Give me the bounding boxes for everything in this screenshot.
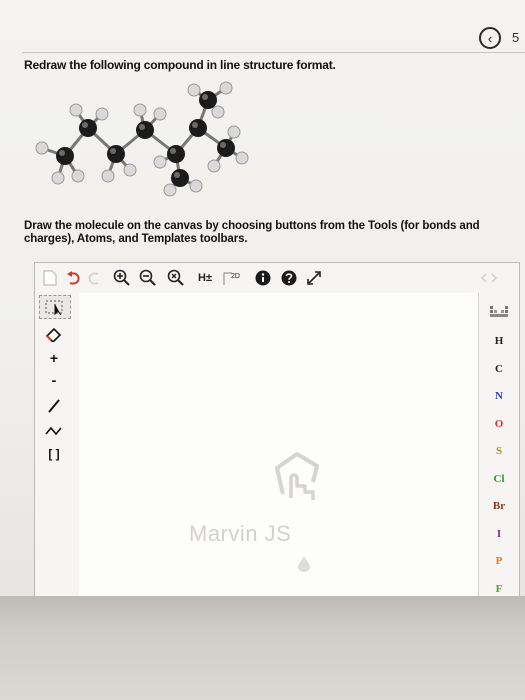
molecule-ball-and-stick-image bbox=[35, 81, 249, 197]
hydrogens-toggle-icon: H± bbox=[198, 272, 212, 284]
charge-plus-icon: + bbox=[49, 350, 59, 366]
atom-button-f[interactable]: F bbox=[479, 583, 519, 595]
redo-button[interactable] bbox=[85, 269, 105, 287]
screen: ‹ 5 Redraw the following compound in lin… bbox=[0, 0, 525, 602]
single-bond-button[interactable] bbox=[39, 395, 69, 417]
eraser-icon bbox=[45, 327, 62, 342]
charge-plus-button[interactable]: + bbox=[39, 347, 69, 369]
2d-clean-icon: 2D bbox=[223, 272, 240, 285]
expand-arrows-icon bbox=[481, 273, 497, 283]
zoom-out-button[interactable] bbox=[137, 269, 159, 287]
charge-minus-button[interactable]: - bbox=[39, 369, 69, 391]
left-toolbar: + - [ ] bbox=[35, 293, 80, 601]
marvin-watermark: Marvin JS bbox=[189, 521, 292, 546]
atom-button-s[interactable]: S bbox=[479, 445, 519, 457]
zoom-reset-button[interactable] bbox=[165, 269, 187, 287]
selection-tool-icon bbox=[45, 300, 63, 316]
help-icon bbox=[281, 270, 297, 286]
chain-button[interactable] bbox=[39, 419, 69, 441]
zoom-reset-icon bbox=[167, 269, 184, 286]
undo-button[interactable] bbox=[63, 269, 83, 287]
zoom-in-icon bbox=[113, 269, 130, 286]
chevron-left-icon: ‹ bbox=[487, 30, 493, 46]
info-icon bbox=[255, 270, 271, 286]
divider bbox=[22, 52, 525, 53]
atom-button-p[interactable]: P bbox=[479, 555, 519, 567]
zoom-out-icon bbox=[139, 269, 156, 286]
2d-clean-label: 2D bbox=[231, 273, 240, 280]
atom-button-i[interactable]: I bbox=[479, 528, 519, 540]
atom-button-c[interactable]: C bbox=[479, 363, 519, 375]
back-button[interactable]: ‹ bbox=[479, 27, 501, 49]
drawing-canvas[interactable]: Marvin JS bbox=[79, 293, 479, 601]
2d-clean-button[interactable]: 2D bbox=[221, 269, 245, 287]
info-button[interactable] bbox=[253, 269, 273, 287]
fullscreen-button[interactable] bbox=[303, 269, 325, 287]
template-bracket-icon: [ ] bbox=[48, 447, 60, 461]
monitor-bezel bbox=[0, 596, 525, 700]
hydrogens-toggle-button[interactable]: H± bbox=[193, 269, 217, 287]
new-document-icon bbox=[43, 270, 57, 286]
eraser-button[interactable] bbox=[39, 323, 69, 345]
atom-button-br[interactable]: Br bbox=[479, 500, 519, 512]
help-button[interactable] bbox=[279, 269, 299, 287]
draw-instruction: Draw the molecule on the canvas by choos… bbox=[24, 220, 480, 245]
marvin-logo-icon bbox=[275, 452, 319, 500]
periodic-table-icon[interactable] bbox=[489, 305, 509, 319]
template-bracket-button[interactable]: [ ] bbox=[39, 443, 69, 465]
atom-button-h[interactable]: H bbox=[479, 335, 519, 347]
charge-minus-icon: - bbox=[51, 372, 57, 388]
selection-tool-button[interactable] bbox=[39, 295, 71, 319]
atom-button-o[interactable]: O bbox=[479, 418, 519, 430]
undo-icon bbox=[67, 271, 80, 285]
atoms-toolbar: H C N O S Cl Br I P F bbox=[478, 293, 519, 601]
question-instruction: Redraw the following compound in line st… bbox=[24, 58, 336, 72]
zoom-in-button[interactable] bbox=[111, 269, 133, 287]
atom-button-cl[interactable]: Cl bbox=[479, 473, 519, 485]
toolbar-expand-arrows[interactable] bbox=[479, 269, 499, 287]
atom-button-n[interactable]: N bbox=[479, 390, 519, 402]
marvin-drop-icon bbox=[298, 556, 310, 572]
page-number: 5 bbox=[512, 30, 520, 45]
top-toolbar: H± 2D bbox=[35, 263, 519, 294]
single-bond-icon bbox=[48, 399, 60, 413]
marvin-editor: H± 2D + - [] Marvin JS H C N O S Cl Br … bbox=[34, 262, 520, 602]
fullscreen-icon bbox=[307, 271, 321, 285]
new-document-button[interactable] bbox=[41, 269, 59, 287]
redo-icon bbox=[88, 272, 99, 285]
chain-icon bbox=[45, 426, 62, 436]
